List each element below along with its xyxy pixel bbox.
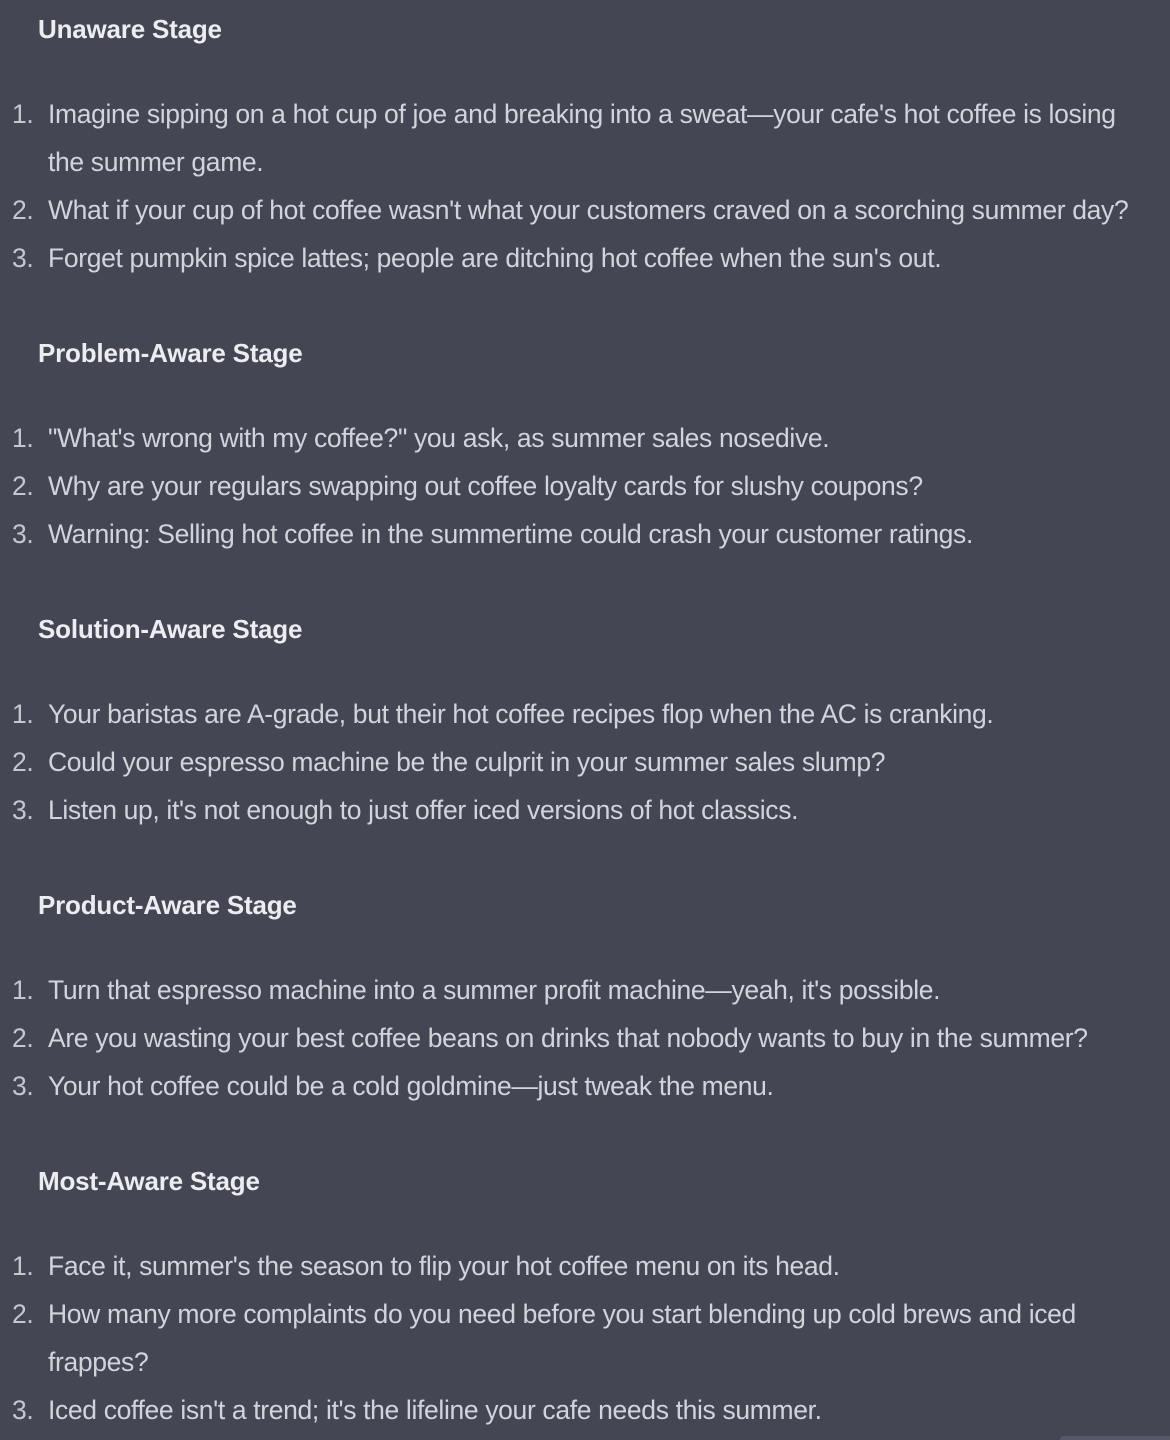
list-item: 2. What if your cup of hot coffee wasn't… — [0, 186, 1170, 234]
list-number: 2. — [12, 1023, 34, 1053]
stage-solution-aware: Solution-Aware Stage 1. Your baristas ar… — [0, 608, 1170, 834]
list-number: 1. — [12, 1251, 34, 1281]
stage-product-aware: Product-Aware Stage 1. Turn that espress… — [0, 884, 1170, 1110]
list-number: 3. — [12, 519, 34, 549]
list-item-text: Iced coffee isn't a trend; it's the life… — [48, 1395, 822, 1425]
stage-heading: Most-Aware Stage — [38, 1166, 260, 1196]
scroll-indicator — [1060, 1436, 1170, 1440]
list-item: 1. "What's wrong with my coffee?" you as… — [0, 414, 1170, 462]
list-item-text: Listen up, it's not enough to just offer… — [48, 795, 799, 825]
stage-list: 1. Your baristas are A-grade, but their … — [0, 690, 1170, 834]
list-item-text: Could your espresso machine be the culpr… — [48, 747, 886, 777]
list-item-text: Turn that espresso machine into a summer… — [48, 975, 941, 1005]
list-item: 3. Iced coffee isn't a trend; it's the l… — [0, 1386, 1170, 1434]
list-item-text: What if your cup of hot coffee wasn't wh… — [48, 195, 1129, 225]
list-number: 2. — [12, 1299, 34, 1329]
list-item: 3. Your hot coffee could be a cold goldm… — [0, 1062, 1170, 1110]
stage-heading: Problem-Aware Stage — [38, 338, 303, 368]
list-item-text: Face it, summer's the season to flip you… — [48, 1251, 840, 1281]
list-number: 1. — [12, 423, 34, 453]
list-item: 3. Forget pumpkin spice lattes; people a… — [0, 234, 1170, 282]
list-item: 1. Face it, summer's the season to flip … — [0, 1242, 1170, 1290]
list-item: 2. Are you wasting your best coffee bean… — [0, 1014, 1170, 1062]
list-item: 2. Could your espresso machine be the cu… — [0, 738, 1170, 786]
list-item: 2. How many more complaints do you need … — [0, 1290, 1170, 1386]
stage-heading: Solution-Aware Stage — [38, 614, 303, 644]
stage-list: 1. Face it, summer's the season to flip … — [0, 1242, 1170, 1434]
list-number: 1. — [12, 99, 34, 129]
list-number: 3. — [12, 1395, 34, 1425]
list-item-text: How many more complaints do you need bef… — [48, 1299, 1076, 1377]
stage-heading: Unaware Stage — [38, 14, 222, 44]
stage-list: 1. Imagine sipping on a hot cup of joe a… — [0, 90, 1170, 282]
list-number: 2. — [12, 471, 34, 501]
list-item-text: Warning: Selling hot coffee in the summe… — [48, 519, 973, 549]
stage-unaware: Unaware Stage 1. Imagine sipping on a ho… — [0, 8, 1170, 282]
list-item-text: Forget pumpkin spice lattes; people are … — [48, 243, 942, 273]
list-number: 1. — [12, 975, 34, 1005]
stage-list: 1. "What's wrong with my coffee?" you as… — [0, 414, 1170, 558]
list-number: 3. — [12, 243, 34, 273]
stage-list: 1. Turn that espresso machine into a sum… — [0, 966, 1170, 1110]
list-number: 3. — [12, 1071, 34, 1101]
list-item-text: "What's wrong with my coffee?" you ask, … — [48, 423, 830, 453]
list-item-text: Your baristas are A-grade, but their hot… — [48, 699, 994, 729]
list-item: 1. Turn that espresso machine into a sum… — [0, 966, 1170, 1014]
stage-problem-aware: Problem-Aware Stage 1. "What's wrong wit… — [0, 332, 1170, 558]
list-item-text: Imagine sipping on a hot cup of joe and … — [48, 99, 1116, 177]
assistant-response: Unaware Stage 1. Imagine sipping on a ho… — [0, 0, 1170, 1440]
list-item-text: Your hot coffee could be a cold goldmine… — [48, 1071, 774, 1101]
list-item: 3. Listen up, it's not enough to just of… — [0, 786, 1170, 834]
list-item: 3. Warning: Selling hot coffee in the su… — [0, 510, 1170, 558]
list-item: 1. Imagine sipping on a hot cup of joe a… — [0, 90, 1170, 186]
list-item: 1. Your baristas are A-grade, but their … — [0, 690, 1170, 738]
stage-heading: Product-Aware Stage — [38, 890, 297, 920]
list-number: 1. — [12, 699, 34, 729]
list-item-text: Why are your regulars swapping out coffe… — [48, 471, 923, 501]
list-item-text: Are you wasting your best coffee beans o… — [48, 1023, 1088, 1053]
list-number: 2. — [12, 747, 34, 777]
list-number: 2. — [12, 195, 34, 225]
list-item: 2. Why are your regulars swapping out co… — [0, 462, 1170, 510]
stage-most-aware: Most-Aware Stage 1. Face it, summer's th… — [0, 1160, 1170, 1434]
list-number: 3. — [12, 795, 34, 825]
